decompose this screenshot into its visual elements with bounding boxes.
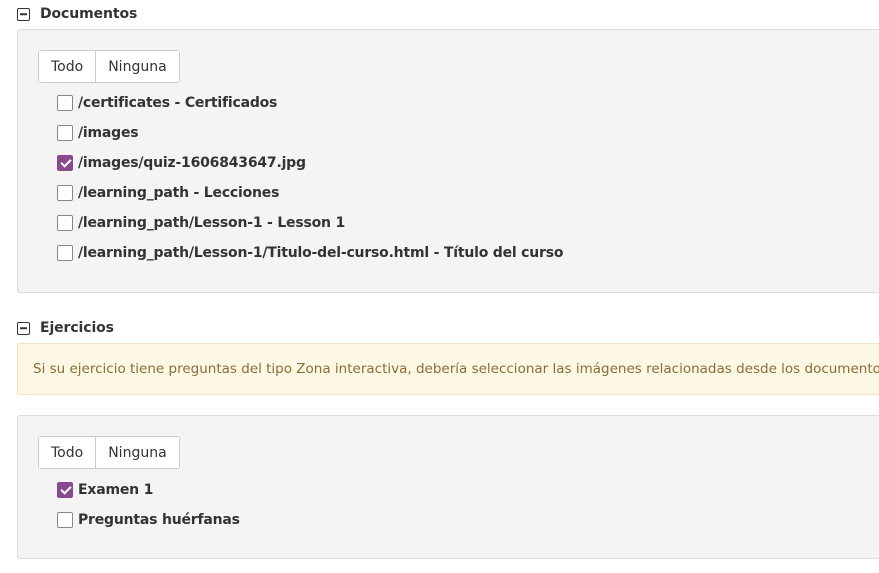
list-item: Examen 1 — [57, 475, 240, 505]
list-item: /learning_path - Lecciones — [57, 178, 563, 208]
list-item: /certificates - Certificados — [57, 88, 563, 118]
checkbox-lesson-1[interactable] — [57, 215, 73, 231]
item-label: /certificates - Certificados — [78, 95, 278, 111]
item-label: /learning_path/Lesson-1 - Lesson 1 — [78, 215, 346, 231]
checkbox-learning-path[interactable] — [57, 185, 73, 201]
exercises-title: Ejercicios — [40, 320, 114, 336]
item-label: Examen 1 — [78, 482, 154, 498]
documents-section-header[interactable]: Documentos — [17, 4, 137, 24]
item-label: /images — [78, 125, 139, 141]
item-label: /learning_path/Lesson-1/Titulo-del-curso… — [78, 245, 564, 261]
checkbox-examen-1[interactable] — [57, 482, 73, 498]
checkbox-certificates[interactable] — [57, 95, 73, 111]
list-item: /learning_path/Lesson-1 - Lesson 1 — [57, 208, 563, 238]
exercises-list: Examen 1 Preguntas huérfanas — [57, 475, 240, 535]
exercises-section-header[interactable]: Ejercicios — [17, 318, 114, 338]
checkbox-images[interactable] — [57, 125, 73, 141]
checkbox-course-title[interactable] — [57, 245, 73, 261]
list-item: Preguntas huérfanas — [57, 505, 240, 535]
exercises-panel: Todo Ninguna Examen 1 Preguntas huérfana… — [17, 415, 879, 559]
list-item: /learning_path/Lesson-1/Titulo-del-curso… — [57, 238, 564, 268]
documents-select-none-button[interactable]: Ninguna — [95, 51, 179, 82]
exercises-select-buttons: Todo Ninguna — [38, 436, 180, 469]
exercises-notice: Si su ejercicio tiene preguntas del tipo… — [17, 343, 879, 395]
list-item: /images — [57, 118, 563, 148]
collapse-minus-icon[interactable] — [17, 7, 30, 21]
collapse-minus-icon[interactable] — [17, 321, 30, 335]
list-item: /images/quiz-1606843647.jpg — [57, 148, 563, 178]
checkbox-quiz-image[interactable] — [57, 155, 73, 171]
checkbox-orphan-questions[interactable] — [57, 512, 73, 528]
documents-select-buttons: Todo Ninguna — [38, 50, 180, 83]
exercises-select-none-button[interactable]: Ninguna — [95, 437, 179, 468]
item-label: Preguntas huérfanas — [78, 512, 240, 528]
documents-panel: Todo Ninguna /certificates - Certificado… — [17, 29, 879, 293]
documents-title: Documentos — [40, 6, 138, 22]
exercises-select-all-button[interactable]: Todo — [39, 437, 96, 468]
item-label: /learning_path - Lecciones — [78, 185, 280, 201]
item-label: /images/quiz-1606843647.jpg — [78, 155, 306, 171]
documents-select-all-button[interactable]: Todo — [39, 51, 96, 82]
documents-list: /certificates - Certificados /images /im… — [57, 88, 564, 268]
